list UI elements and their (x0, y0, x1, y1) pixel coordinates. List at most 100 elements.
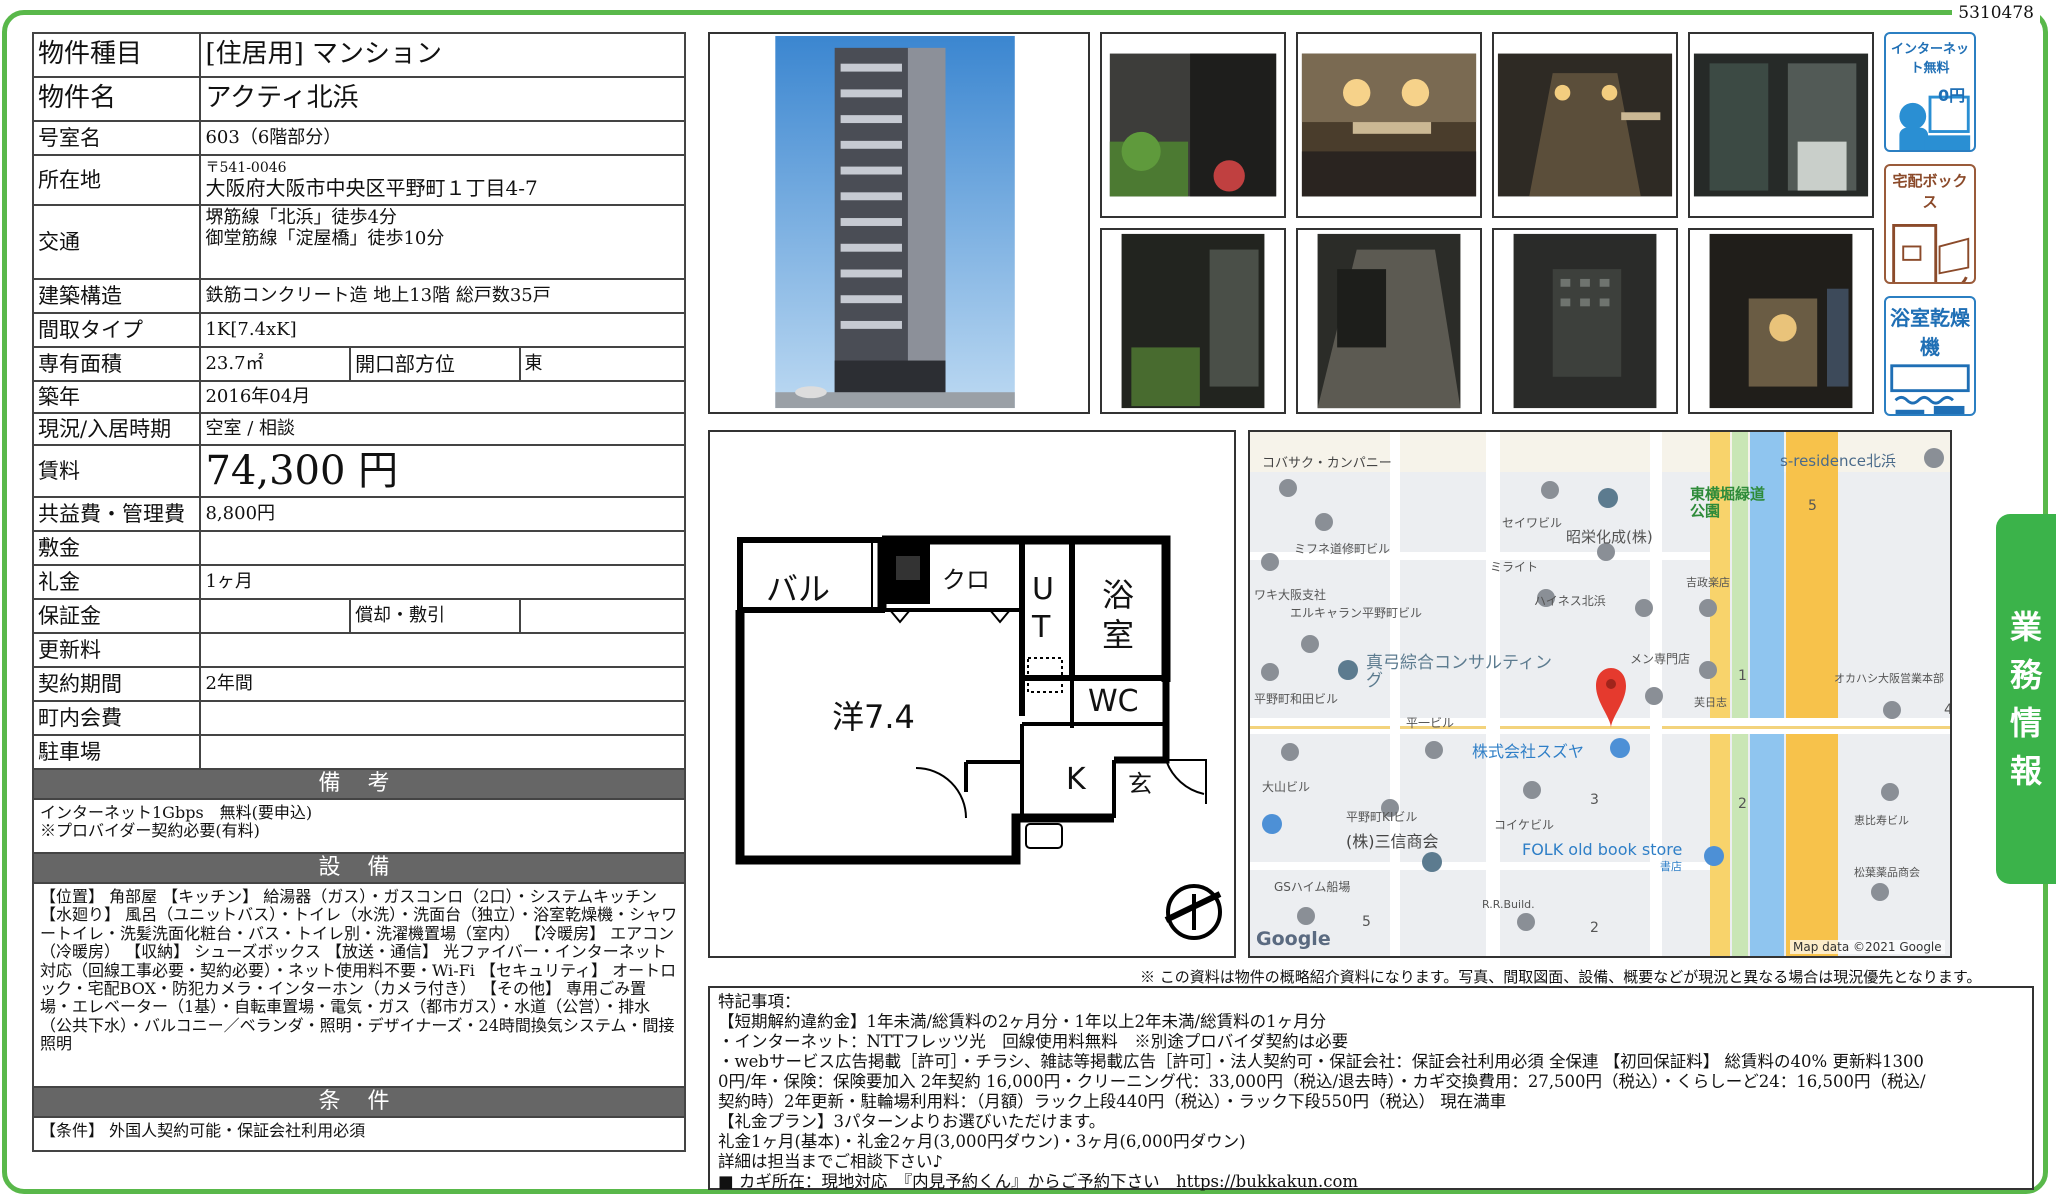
opening-label: 開口部方位 (349, 346, 521, 382)
internet-free-icon: インターネット無料 0円 (1884, 32, 1976, 152)
remarks-line-1: インターネット1Gbps 無料(要申込) (40, 803, 313, 822)
parking-value (199, 734, 686, 770)
structure-label: 建築構造 (31, 278, 202, 314)
map-label-33: 3 (1590, 792, 1599, 808)
notes-line: 礼金1ヶ月(基本)・礼金2ヶ月(3,000円ダウン)・3ヶ月(6,000円ダウン… (718, 1132, 1246, 1151)
map-label-16: 芙日志 (1694, 696, 1727, 709)
structure-value: 鉄筋コンクリート造 地上13階 総戸数35戸 (199, 278, 686, 314)
layout-label: 間取タイプ (31, 312, 202, 348)
room-label: 洋7.4 (832, 698, 915, 736)
town-fee-label: 町内会費 (31, 700, 202, 736)
map-label-10: ハイネス北浜 (1534, 594, 1606, 608)
entrance-photo (1100, 32, 1286, 218)
map-label-31: 1 (1738, 668, 1747, 684)
property-info-table: 物件種目 [住居用] マンション 物件名 アクティ北浜 号室名 603（6階部分） 所… (31, 32, 687, 1152)
tab-char: 業 (2009, 608, 2042, 646)
bathroom-dryer-label: 浴室乾燥機 (1890, 306, 1970, 359)
map-label-7: 吉政楽店 (1686, 576, 1730, 589)
map-label-26: GSハイム船場 (1274, 880, 1351, 894)
floor-plan-drawing (735, 535, 1222, 940)
map-label-3: セイワビル (1502, 516, 1563, 530)
area-label: 専有面積 (31, 346, 202, 382)
map-label-36: 4 (1944, 702, 1950, 718)
map-label-2: 東横堀緑道公園 (1690, 485, 1766, 520)
map-label-22: (株)三信商会 (1346, 832, 1439, 851)
map-label-13: オカハシ大阪営業本部 (1834, 672, 1944, 685)
status-value: 空室 / 相談 (199, 412, 686, 446)
postal-code: 〒541-0046 (205, 160, 287, 177)
map-label-14: 平野町和田ビル (1254, 692, 1339, 706)
map-label-20: コイケビル (1494, 818, 1555, 832)
transport-line-1: 堺筋線「北浜」徒歩4分 (205, 207, 397, 228)
ut-label-t: T (1032, 610, 1051, 645)
layout-value: 1K[7.4xK] (199, 312, 686, 348)
tab-char: 報 (2009, 752, 2042, 790)
disclaimer: ※ この資料は物件の概略紹介資料になります。写真、間取図面、設備、概要などが現況… (1140, 968, 1982, 986)
business-info-tab[interactable]: 業 務 情 報 (1996, 514, 2056, 884)
notes-line: 【礼金プラン】3パターンよりお選びいただけます。 (718, 1112, 1106, 1131)
bath-label-2: 室 (1102, 616, 1135, 654)
internet-price-label: 0円 (1938, 86, 1966, 105)
building-exterior-photo (708, 32, 1090, 414)
name-label: 物件名 (31, 76, 202, 122)
map-label-5: ミフネ道修町ビル (1294, 542, 1391, 556)
map-label-11: 真弓綜合コンサルティング (1366, 653, 1552, 691)
contract-value: 2年間 (199, 666, 686, 702)
room-value: 603（6階部分） (199, 120, 686, 156)
delivery-box-icon: 宅配ボックス (1884, 164, 1976, 284)
map-streets (1250, 432, 1950, 956)
kitchen-label: K (1066, 762, 1086, 797)
deposit-label: 敷金 (31, 530, 202, 566)
hallway-photo-1 (1492, 32, 1678, 218)
special-notes: 特記事項： 【短期解約違約金】1年未満/総賃料の2ヶ月分・1年以上2年未満/総賃… (708, 986, 2034, 1191)
conditions-text: 【条件】 外国人契約可能・保証会社利用必須 (32, 1116, 686, 1152)
remarks-line-2: ※プロバイダー契約必要(有料) (40, 821, 260, 841)
map-label-32: 2 (1738, 796, 1747, 812)
map-label-8: ワキ大阪支社 (1254, 588, 1327, 602)
status-label: 現況/入居時期 (31, 412, 202, 446)
floor-plan: バル クロ U T 浴 室 洋7.4 WC K 玄 (708, 430, 1236, 958)
lobby-sign-photo (1296, 32, 1482, 218)
facilities-text: 【位置】 角部屋 【キッチン】 給湯器（ガス）・ガスコンロ（2口）・システムキッ… (32, 882, 686, 1088)
balcony-label: バル (766, 570, 831, 608)
amortization-value (518, 598, 687, 634)
address-label: 所在地 (31, 154, 202, 206)
map-label-9: エルキャラン平野町ビル (1290, 606, 1423, 620)
parking-label: 駐車場 (31, 734, 202, 770)
notes-line: 【短期解約違約金】1年未満/総賃料の2ヶ月分・1年以上2年未満/総賃料の1ヶ月分 (718, 1012, 1327, 1031)
map-label-21: 恵比寿ビル (1854, 814, 1909, 827)
area-value: 23.7㎡ (199, 346, 352, 382)
facilities-heading: 設 備 (32, 852, 686, 884)
google-logo: Google (1256, 928, 1331, 950)
contract-label: 契約期間 (31, 666, 202, 702)
map-label-19: 平野町KIビル (1346, 810, 1418, 824)
address-value: 大阪府大阪市中央区平野町１丁目4-7 (205, 175, 538, 200)
map-label-12: メン専門店 (1630, 652, 1691, 666)
map-label-4: 昭栄化成(株) (1566, 528, 1653, 546)
notes-line: ■ カギ所在：現地対応 『内見予約くん』からご予約下さい https://buk… (718, 1172, 1359, 1191)
renewal-value (199, 632, 686, 668)
map-label-27: R.R.Build. (1482, 898, 1535, 911)
town-fee-value (199, 700, 686, 736)
closet-label: クロ (942, 566, 990, 594)
notes-line: 0円/年・保険：保険要加入 2年契約 16,000円・クリーニング代：33,00… (718, 1072, 1926, 1091)
conditions-heading: 条 件 (32, 1086, 686, 1118)
hallway-photo-2 (1688, 32, 1874, 218)
tab-char: 務 (2009, 656, 2042, 694)
room-label: 号室名 (31, 120, 202, 156)
map-label-15: 平一ビル (1406, 716, 1455, 730)
rent-label: 賃料 (31, 444, 202, 498)
key-money-label: 礼金 (31, 564, 202, 600)
notes-line: 詳細は担当までご相談下さい♪ (718, 1152, 944, 1171)
ut-label-u: U (1032, 572, 1054, 607)
map-label-24: 書店 (1660, 860, 1682, 873)
corridor-photo-2 (1296, 228, 1482, 414)
rent-value: 74,300 円 (199, 444, 686, 498)
map-attribution: Map data ©2021 Google (1790, 940, 1945, 954)
map-label-18: 大山ビル (1262, 780, 1311, 794)
map-label-1: s-residence北浜 (1780, 452, 1897, 470)
entrance-label: 玄 (1128, 770, 1152, 798)
location-map[interactable]: コバサク・カンパニー s-residence北浜 東横堀緑道公園 セイワビル 昭… (1248, 430, 1952, 958)
corridor-photo-1 (1100, 228, 1286, 414)
fee-label: 共益費・管理費 (31, 496, 202, 532)
